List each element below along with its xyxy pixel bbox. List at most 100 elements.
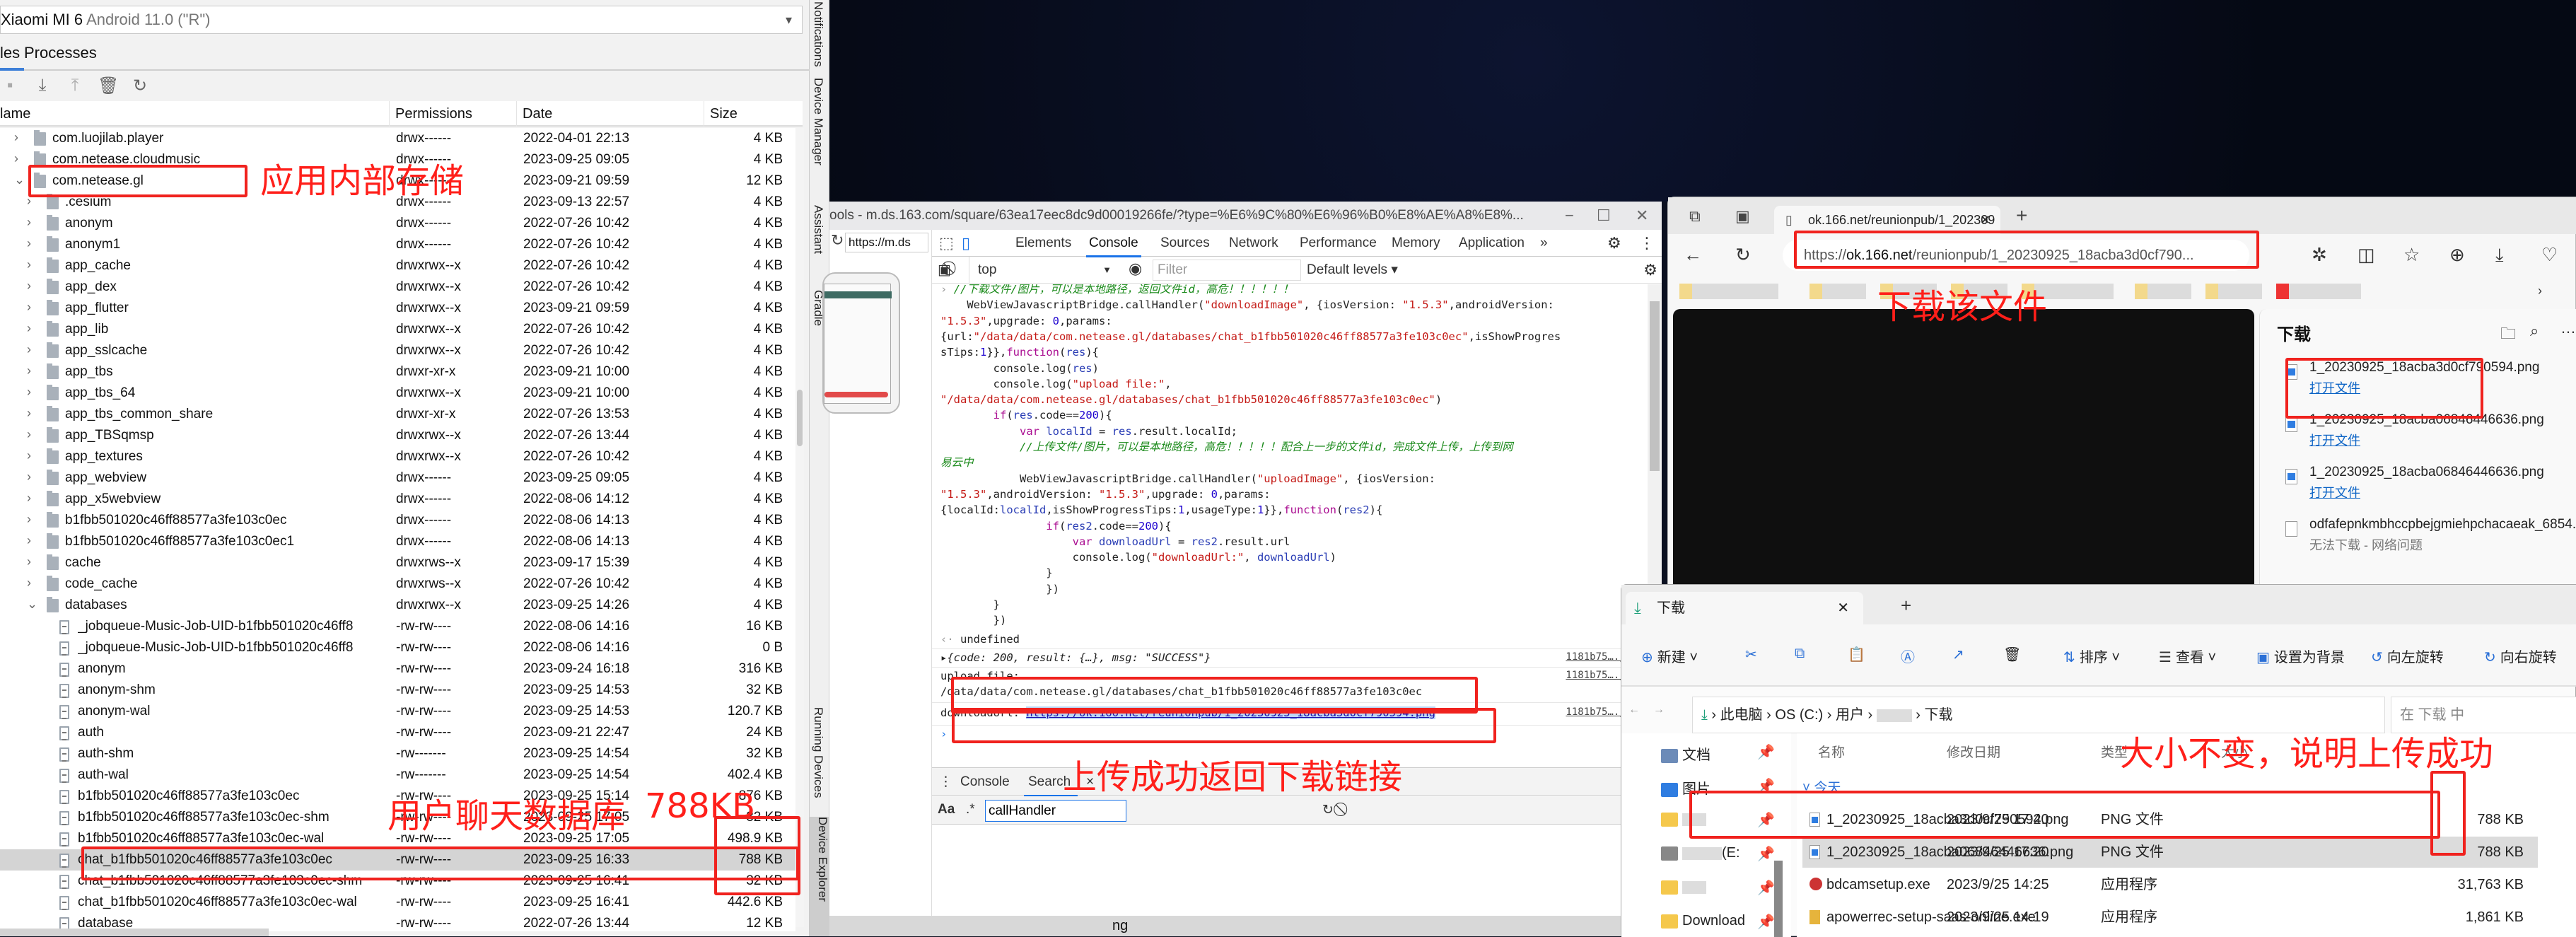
nav-item[interactable]: (E: 📌 bbox=[1661, 845, 1775, 862]
chevron-right-icon[interactable]: › bbox=[27, 576, 31, 590]
copy-icon[interactable]: ⧉ bbox=[1795, 646, 1805, 662]
favorite-item[interactable] bbox=[1679, 284, 1778, 299]
refresh-icon[interactable]: ↻ bbox=[130, 76, 150, 96]
nav-item[interactable]: 📌 bbox=[1661, 879, 1775, 896]
file-row[interactable]: chat_b1fbb501020c46ff88577a3fe103c0ec-wa… bbox=[0, 892, 795, 913]
collections-icon[interactable]: ⊕ bbox=[2449, 244, 2465, 266]
tab-elements[interactable]: Elements bbox=[1015, 230, 1071, 257]
file-row[interactable]: › com.luojilab.player drwx------ 2022-04-01… bbox=[0, 128, 795, 149]
download-item[interactable]: 1_20230925_18acba3d0cf790594.png 打开文件 bbox=[2285, 360, 2575, 409]
view-button[interactable]: ☰ 查看 ˅ bbox=[2159, 646, 2216, 666]
kebab-menu-icon[interactable]: ⋮ bbox=[1639, 230, 1655, 257]
chevron-right-icon[interactable]: › bbox=[27, 385, 31, 400]
pin-icon[interactable]: 📌 bbox=[1757, 811, 1775, 829]
upload-icon[interactable]: ⤒ bbox=[65, 76, 85, 95]
chevron-right-icon[interactable]: › bbox=[27, 321, 31, 336]
col-name[interactable]: lame bbox=[0, 101, 30, 127]
chevron-right-icon[interactable]: › bbox=[27, 533, 31, 548]
file-row[interactable]: › anonym1 drwx------ 2022-07-26 10:42 4 KB bbox=[0, 234, 795, 255]
file-row[interactable]: 1_20230925_18acba3d0cf790594.png 2023/9/2… bbox=[1802, 804, 2538, 835]
reload-icon[interactable]: ↻ bbox=[831, 231, 844, 250]
chevron-right-icon[interactable]: › bbox=[14, 151, 18, 166]
nav-item[interactable]: 📌 bbox=[1661, 811, 1775, 828]
new-file-icon[interactable]: ▪ bbox=[0, 76, 20, 95]
chevron-right-icon[interactable]: › bbox=[27, 554, 31, 569]
search-input[interactable] bbox=[985, 800, 1126, 822]
preview-url[interactable]: https://m.ds bbox=[845, 233, 928, 252]
crumb-users[interactable]: 用户 bbox=[1836, 707, 1864, 723]
file-row[interactable]: chat_b1fbb501020c46ff88577a3fe103c0ec -rw… bbox=[0, 849, 795, 871]
open-file-link[interactable]: 打开文件 bbox=[2309, 483, 2360, 501]
file-row[interactable]: apowerrec-setup-saas-online.exe 2023/9/25… bbox=[1802, 902, 2538, 933]
tab-files[interactable]: les bbox=[0, 37, 25, 71]
new-button[interactable]: ⊕ 新建 ˅ bbox=[1641, 646, 1698, 666]
workspaces-icon[interactable]: ⧉ bbox=[1689, 207, 1701, 226]
col-date[interactable]: Date bbox=[516, 101, 704, 127]
chevron-down-icon[interactable]: ▾ bbox=[786, 6, 792, 33]
open-folder-icon[interactable]: 🗀 bbox=[2500, 322, 2516, 349]
share-icon[interactable]: ↗ bbox=[1952, 646, 1964, 663]
context-select[interactable]: top ▼ bbox=[969, 257, 1117, 284]
file-row[interactable]: › app_TBSqmsp drwxrwx--x 2022-07-26 13:44 4 … bbox=[0, 425, 795, 446]
favorites-more-icon[interactable]: › bbox=[2538, 284, 2542, 298]
file-row[interactable]: _jobqueue-Music-Job-UID-b1fbb501020c46ff… bbox=[0, 616, 795, 637]
tab-memory[interactable]: Memory bbox=[1392, 230, 1440, 257]
download-item[interactable]: 1_20230925_18acba06846446636.png 打开文件 bbox=[2285, 465, 2575, 514]
filter-input[interactable]: Filter bbox=[1153, 260, 1301, 281]
drawer-menu-icon[interactable]: ⋮ bbox=[939, 768, 952, 796]
chevron-right-icon[interactable]: › bbox=[27, 300, 31, 315]
tab-console[interactable]: Console bbox=[1086, 230, 1141, 257]
rotate-left-button[interactable]: ↺ 向左旋转 bbox=[2371, 646, 2444, 666]
col-size[interactable]: Size bbox=[704, 101, 803, 127]
file-row[interactable]: › app_lib drwxrwx--x 2022-07-26 10:42 4 KB bbox=[0, 319, 795, 340]
nav-scrollbar[interactable] bbox=[1774, 861, 1783, 937]
new-tab-button[interactable]: + bbox=[2016, 204, 2027, 227]
file-row[interactable]: ⌄ databases drwxrwx--x 2023-09-25 14:26 4 KB bbox=[0, 595, 795, 616]
crumb-drive[interactable]: OS (C:) bbox=[1775, 707, 1823, 723]
inspect-icon[interactable]: ⬚ bbox=[939, 230, 954, 257]
back-icon[interactable]: ← bbox=[1684, 244, 1702, 266]
pin-icon[interactable]: 📌 bbox=[1757, 743, 1775, 761]
more-icon[interactable]: … bbox=[2560, 319, 2576, 337]
tab-processes[interactable]: Processes bbox=[24, 37, 97, 69]
file-row[interactable]: › app_webview drwx------ 2023-09-25 09:05 4 … bbox=[0, 467, 795, 489]
file-row[interactable]: › app_dex drwxrwx--x 2022-07-26 10:42 4 KB bbox=[0, 277, 795, 298]
file-row[interactable]: › b1fbb501020c46ff88577a3fe103c0ec1 drwx--… bbox=[0, 531, 795, 552]
tab-actions-icon[interactable]: ▣ bbox=[1735, 207, 1750, 226]
file-row[interactable]: anonym-wal -rw-rw---- 2023-09-25 14:53 120.… bbox=[0, 701, 795, 722]
download-url-link[interactable]: https://ok.166.net/reunionpub/1_20230925… bbox=[1026, 706, 1435, 719]
explorer-tab[interactable]: ⤓ 下载 ✕ bbox=[1626, 592, 1863, 624]
chevron-right-icon[interactable]: › bbox=[27, 257, 31, 272]
download-item[interactable]: odfafepnkmbhccpbejgmiehpchacaeak_6854. 无法… bbox=[2285, 517, 2576, 566]
chevron-right-icon[interactable]: › bbox=[27, 342, 31, 357]
crumb-downloads[interactable]: 下载 bbox=[1925, 707, 1953, 723]
file-row[interactable]: › app_tbs drwxr-xr-x 2023-09-21 10:00 4 KB bbox=[0, 361, 795, 383]
cut-icon[interactable]: ✂ bbox=[1745, 646, 1757, 663]
tool-device-manager[interactable]: Device Manager bbox=[811, 78, 825, 165]
chevron-right-icon[interactable]: › bbox=[27, 406, 31, 421]
pin-icon[interactable]: 📌 bbox=[1757, 913, 1775, 931]
favorite-item[interactable] bbox=[2135, 284, 2191, 299]
settings-gear-icon[interactable]: ⚙ bbox=[1607, 230, 1621, 257]
paste-icon[interactable]: 📋 bbox=[1848, 646, 1865, 663]
file-row[interactable]: › anonym drwx------ 2022-07-26 10:42 4 KB bbox=[0, 213, 795, 234]
match-case-toggle[interactable]: Aa bbox=[938, 802, 955, 817]
chevron-right-icon[interactable]: › bbox=[27, 512, 31, 527]
chevron-right-icon[interactable]: › bbox=[27, 470, 31, 484]
nav-item[interactable]: 文档 📌 bbox=[1661, 743, 1775, 764]
chevron-right-icon[interactable]: › bbox=[27, 236, 31, 251]
file-row[interactable]: auth-wal -rw------- 2023-09-25 14:54 402.4 … bbox=[0, 764, 795, 786]
browser-essentials-icon[interactable]: ♡ bbox=[2541, 244, 2558, 266]
breadcrumb[interactable]: ⤓ › 此电脑 › OS (C:) › 用户 › › 下载 bbox=[1692, 697, 2385, 733]
vertical-scrollbar[interactable] bbox=[795, 128, 804, 927]
file-row[interactable]: chat_b1fbb501020c46ff88577a3fe103c0ec-sh… bbox=[0, 871, 795, 892]
favorite-item[interactable] bbox=[1809, 284, 1866, 299]
close-tab-icon[interactable]: ✕ bbox=[1980, 206, 1991, 234]
file-row[interactable]: anonym-shm -rw-rw---- 2023-09-25 14:53 32 K… bbox=[0, 680, 795, 701]
file-row[interactable]: auth-shm -rw------- 2023-09-25 14:54 32 KB bbox=[0, 743, 795, 764]
favorites-icon[interactable]: ☆ bbox=[2403, 244, 2420, 266]
file-row[interactable]: auth -rw-rw---- 2023-09-21 22:47 24 KB bbox=[0, 722, 795, 743]
rotate-right-button[interactable]: ↻ 向右旋转 bbox=[2484, 646, 2557, 666]
file-row[interactable]: › app_flutter drwxrwx--x 2023-09-21 09:59 4 … bbox=[0, 298, 795, 319]
delete-icon[interactable]: 🗑 bbox=[2003, 646, 2021, 663]
